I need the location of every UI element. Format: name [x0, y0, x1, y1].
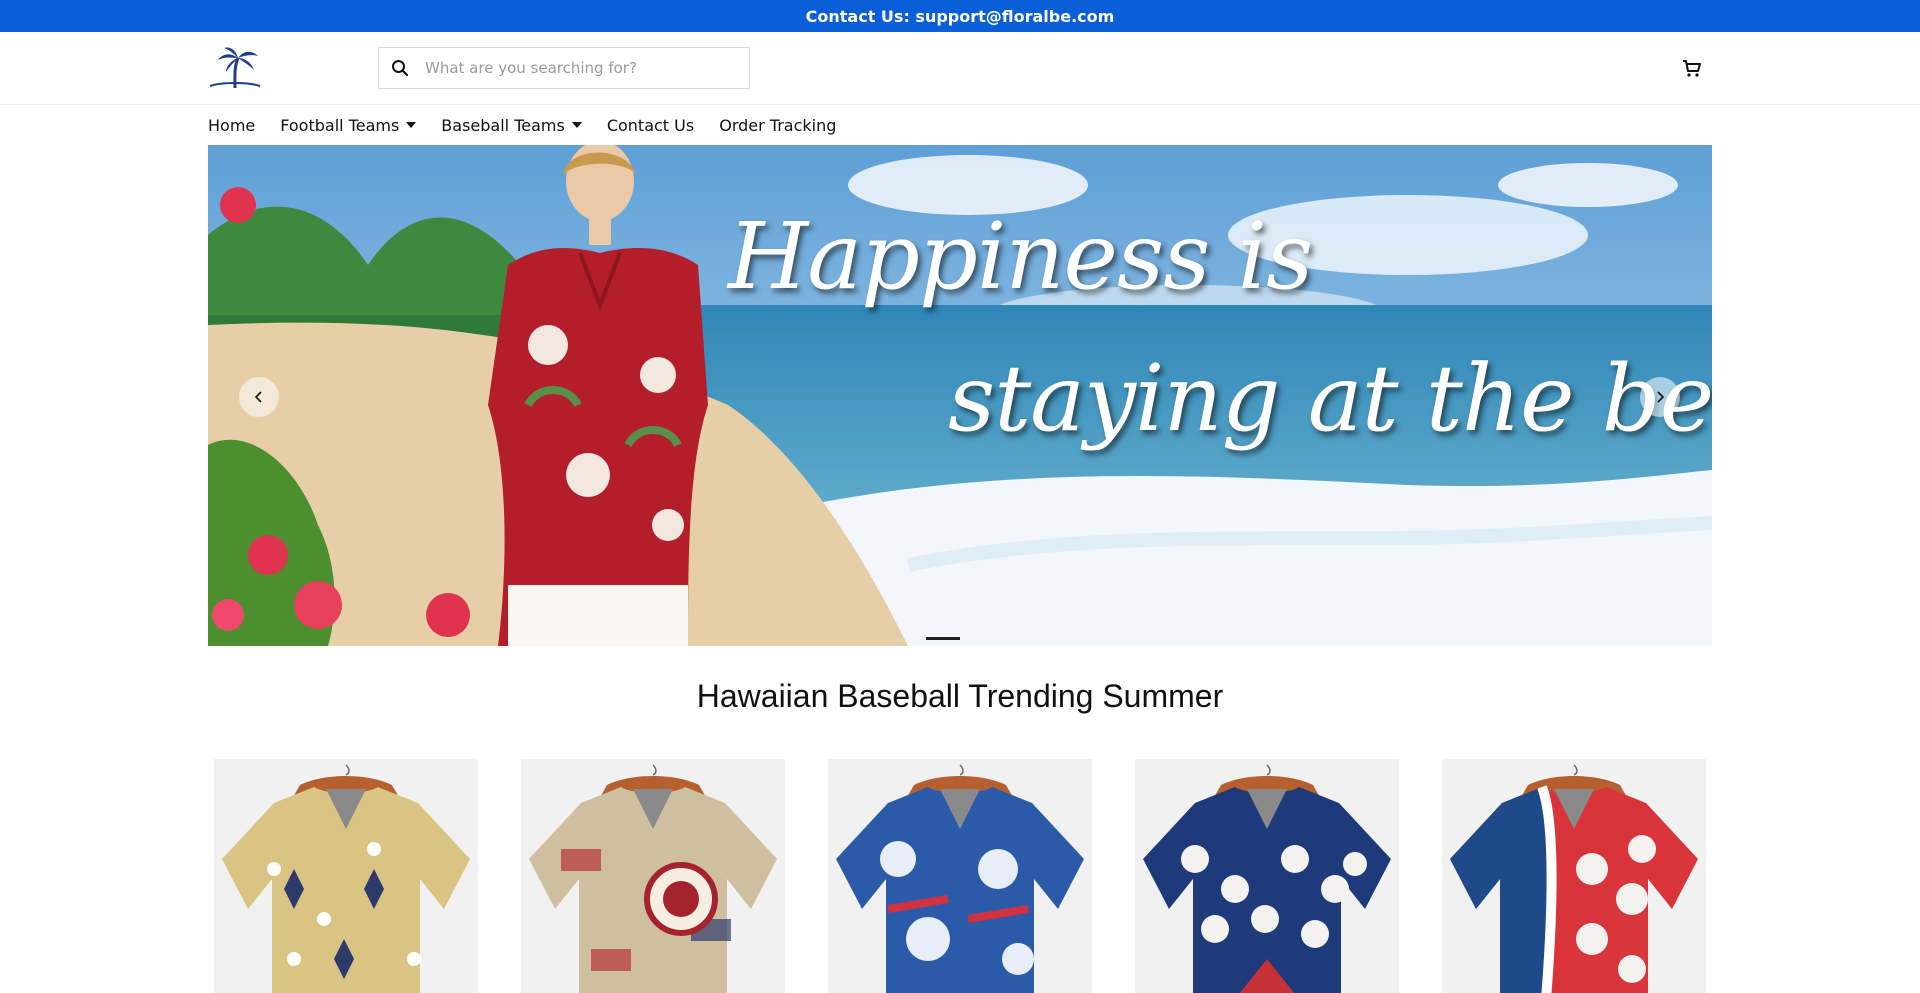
nav-home[interactable]: Home [208, 116, 255, 135]
product-shirt-image [836, 764, 1084, 993]
contact-bar: Contact Us: support@floralbe.com [0, 0, 1920, 32]
cart-icon[interactable] [1680, 56, 1704, 80]
nav-football-teams-label: Football Teams [280, 115, 400, 135]
search-box[interactable] [378, 47, 750, 89]
product-card[interactable] [1135, 759, 1399, 993]
nav-home-label: Home [208, 115, 256, 135]
product-card[interactable] [214, 759, 478, 993]
nav-order-tracking[interactable]: Order Tracking [719, 116, 836, 135]
nav-contact-us-label: Contact Us [606, 115, 695, 135]
product-card[interactable] [521, 759, 785, 993]
product-card[interactable] [1442, 759, 1706, 993]
search-input[interactable] [421, 49, 749, 87]
nav-football-teams[interactable]: Football Teams [280, 115, 417, 135]
product-shirt-image [529, 764, 777, 993]
product-shirt-image [1450, 764, 1698, 993]
caret-down-icon [406, 122, 417, 128]
hero-headline-line1: Happiness is [728, 203, 1313, 310]
nav-order-tracking-label: Order Tracking [719, 115, 837, 135]
palm-tree-logo-icon[interactable] [208, 46, 262, 90]
product-grid [214, 759, 1712, 993]
chevron-right-icon [1657, 391, 1665, 403]
nav-baseball-teams[interactable]: Baseball Teams [441, 116, 582, 135]
carousel-next-button[interactable] [1640, 377, 1680, 417]
chevron-left-icon [254, 391, 262, 403]
site-header [0, 32, 1920, 105]
search-icon[interactable] [379, 48, 421, 88]
product-card[interactable] [828, 759, 1092, 993]
main-nav: Home Football Teams Baseball Teams Conta… [208, 106, 861, 144]
hero-carousel[interactable]: Happiness is staying at the beach [208, 145, 1712, 646]
product-shirt-image [222, 764, 470, 993]
caret-down-icon [571, 122, 582, 128]
carousel-indicator[interactable] [926, 637, 960, 640]
contact-text: Contact Us: support@floralbe.com [805, 6, 1115, 26]
nav-contact-us[interactable]: Contact Us [607, 116, 694, 135]
product-shirt-image [1143, 764, 1391, 993]
nav-baseball-teams-label: Baseball Teams [441, 115, 565, 135]
hero-headline-line2: staying at the beach [948, 345, 1712, 452]
carousel-prev-button[interactable] [239, 377, 279, 417]
section-title: Hawaiian Baseball Trending Summer [696, 678, 1224, 714]
